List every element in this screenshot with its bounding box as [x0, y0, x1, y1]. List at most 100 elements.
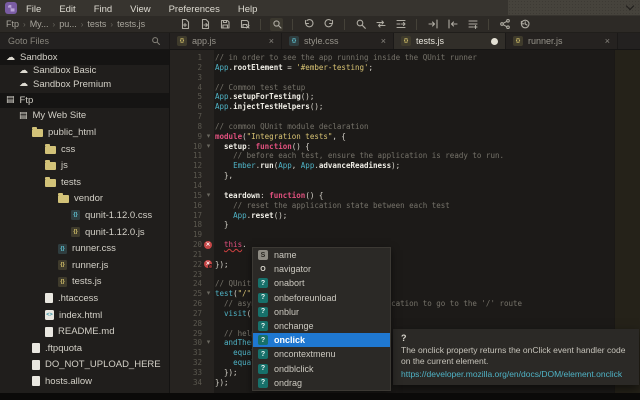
code-line[interactable]: 28 — [170, 319, 640, 329]
tree-item-js[interactable]: js — [0, 157, 169, 174]
tree-item-my-web-site[interactable]: ▤My Web Site — [0, 108, 169, 125]
breadcrumb-segment[interactable]: pu... — [59, 19, 77, 29]
autocomplete-item-ondblclick[interactable]: ?ondblclick — [253, 362, 390, 376]
save-button[interactable] — [218, 18, 231, 31]
history-button[interactable] — [518, 18, 531, 31]
tree-item--htaccess[interactable]: .htaccess — [0, 290, 169, 307]
autocomplete-item-onclick[interactable]: ?onclick — [253, 333, 390, 347]
replace-button[interactable] — [374, 18, 387, 31]
code-line[interactable]: 19 — [170, 230, 640, 240]
code-line[interactable]: 18 } — [170, 220, 640, 230]
tree-item-sandbox-premium[interactable]: ☁Sandbox Premium — [0, 76, 169, 93]
tree-item-public_html[interactable]: public_html — [0, 124, 169, 141]
tab-tests-js[interactable]: {}tests.js — [394, 33, 506, 49]
code-line[interactable]: 2App.rootElement = '#ember-testing'; — [170, 63, 640, 73]
code-line[interactable]: 25▾test("/", function() { — [170, 289, 640, 299]
indent-out-button[interactable] — [446, 18, 459, 31]
code-line[interactable]: 6App.injectTestHelpers(); — [170, 102, 640, 112]
doc-tooltip-link[interactable]: https://developer.mozilla.org/en/docs/DO… — [401, 369, 631, 379]
undo-button[interactable] — [302, 18, 315, 31]
code-line[interactable]: 1// in order to see the app running insi… — [170, 53, 640, 63]
menu-edit[interactable]: Edit — [50, 4, 84, 15]
tab-app-js[interactable]: {}app.js× — [170, 33, 282, 49]
code-line[interactable]: 14 — [170, 181, 640, 191]
tree-item-ftp[interactable]: ▤Ftp — [0, 93, 169, 108]
menu-find[interactable]: Find — [85, 4, 121, 15]
goto-line-button[interactable] — [394, 18, 407, 31]
code-line[interactable]: 26 // async helpers will cause the appli… — [170, 299, 640, 309]
tree-item-sandbox[interactable]: ☁Sandbox — [0, 50, 169, 65]
open-file-button[interactable] — [198, 18, 211, 31]
tree-item-readme-md[interactable]: README.md — [0, 323, 169, 340]
tab-style-css[interactable]: {}style.css× — [282, 33, 394, 49]
code-line[interactable]: 3 — [170, 73, 640, 83]
breadcrumb-segment[interactable]: tests — [87, 19, 106, 29]
new-file-button[interactable] — [178, 18, 191, 31]
goto-files-input[interactable]: Goto Files — [0, 33, 170, 49]
code-line[interactable]: 7 — [170, 112, 640, 122]
autocomplete-item-name[interactable]: Sname — [253, 248, 390, 262]
code-line[interactable]: 11 // before each test, ensure the appli… — [170, 151, 640, 161]
tree-item-css[interactable]: css — [0, 141, 169, 158]
code-line[interactable]: 27 visit("/"); — [170, 309, 640, 319]
error-gutter-icon[interactable]: × — [202, 240, 215, 250]
code-line[interactable]: 13 }, — [170, 171, 640, 181]
save-as-button[interactable] — [238, 18, 251, 31]
autocomplete-item-onchange[interactable]: ?onchange — [253, 319, 390, 333]
find-button[interactable] — [354, 18, 367, 31]
code-line[interactable]: 24// QUnit integration tests — [170, 279, 640, 289]
preview-search-button[interactable] — [270, 18, 283, 31]
autocomplete-item-onabort[interactable]: ?onabort — [253, 276, 390, 290]
fold-arrow-icon[interactable]: ▾ — [202, 338, 215, 348]
tree-item-hosts-allow[interactable]: hosts.allow — [0, 373, 169, 390]
code-line[interactable]: 15▾ teardown: function() { — [170, 191, 640, 201]
tab-close-icon[interactable]: × — [605, 36, 610, 46]
tab-close-icon[interactable]: × — [269, 36, 274, 46]
collapsed-top-panel[interactable] — [508, 0, 640, 15]
autocomplete-item-ondrag[interactable]: ?ondrag — [253, 376, 390, 390]
error-icon[interactable]: × — [204, 241, 212, 249]
code-line[interactable]: 21 — [170, 250, 640, 260]
tree-item--ftpquota[interactable]: .ftpquota — [0, 340, 169, 357]
code-line[interactable]: 23 — [170, 270, 640, 280]
breadcrumb-segment[interactable]: tests.js — [117, 19, 145, 29]
tree-item-sandbox-basic[interactable]: ☁Sandbox Basic — [0, 65, 169, 76]
menu-preferences[interactable]: Preferences — [160, 4, 229, 15]
wrap-settings-button[interactable] — [466, 18, 479, 31]
share-button[interactable] — [498, 18, 511, 31]
breadcrumb-segment[interactable]: My... — [30, 19, 49, 29]
tree-item-runner-js[interactable]: {}runner.js — [0, 257, 169, 274]
redo-button[interactable] — [322, 18, 335, 31]
tab-runner-js[interactable]: {}runner.js× — [506, 33, 618, 49]
code-line[interactable]: 10▾ setup: function() { — [170, 142, 640, 152]
tree-item-do_not_upload_here[interactable]: DO_NOT_UPLOAD_HERE — [0, 357, 169, 374]
app-logo-icon[interactable] — [5, 2, 17, 14]
code-line[interactable]: 17 App.reset(); — [170, 211, 640, 221]
menu-file[interactable]: File — [17, 4, 50, 15]
chevron-down-icon[interactable] — [626, 2, 634, 10]
code-line[interactable]: 4// Common test setup — [170, 83, 640, 93]
code-line[interactable]: 16 // reset the application state betwee… — [170, 201, 640, 211]
tree-item-qunit-1-12-0-css[interactable]: {}qunit-1.12.0.css — [0, 207, 169, 224]
code-line[interactable]: 5App.setupForTesting(); — [170, 92, 640, 102]
autocomplete-item-onbeforeunload[interactable]: ?onbeforeunload — [253, 291, 390, 305]
tree-item-tests-js[interactable]: {}tests.js — [0, 274, 169, 291]
indent-in-button[interactable] — [426, 18, 439, 31]
code-line[interactable]: 8// common QUnit module declaration — [170, 122, 640, 132]
tree-item-tests[interactable]: tests — [0, 174, 169, 191]
breadcrumb-segment[interactable]: Ftp — [6, 19, 19, 29]
tree-item-vendor[interactable]: vendor — [0, 191, 169, 208]
menu-view[interactable]: View — [121, 4, 159, 15]
code-line[interactable]: 12 Ember.run(App, App.advanceReadiness); — [170, 161, 640, 171]
fold-arrow-icon[interactable]: ▾ — [202, 289, 215, 299]
tree-item-qunit-1-12-0-js[interactable]: {}qunit-1.12.0.js — [0, 224, 169, 241]
error-icon[interactable]: × — [204, 260, 212, 268]
fold-arrow-icon[interactable]: ▾ — [202, 191, 215, 201]
fold-arrow-icon[interactable]: ▾ — [202, 142, 215, 152]
code-line[interactable]: 9▾module("Integration tests", { — [170, 132, 640, 142]
autocomplete-item-onblur[interactable]: ?onblur — [253, 305, 390, 319]
code-line[interactable]: 20× this. — [170, 240, 640, 250]
autocomplete-item-oncontextmenu[interactable]: ?oncontextmenu — [253, 347, 390, 361]
code-line[interactable]: 22×}); — [170, 260, 640, 270]
error-gutter-icon[interactable]: × — [202, 260, 215, 270]
